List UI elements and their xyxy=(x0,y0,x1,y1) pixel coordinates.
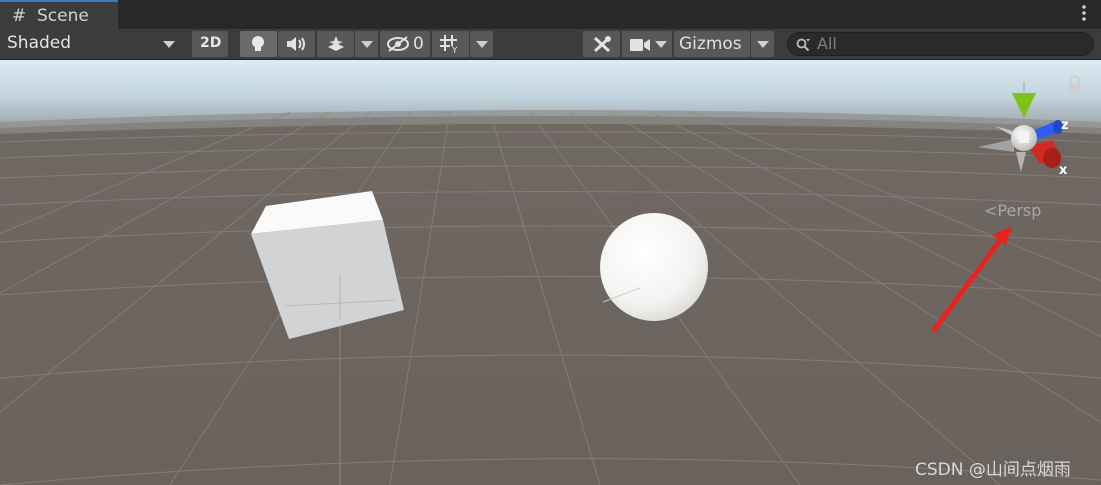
lighting-toggle-button[interactable] xyxy=(240,31,277,57)
gizmos-dropdown[interactable] xyxy=(751,31,774,57)
gizmo-z-label: z xyxy=(1061,118,1069,133)
effects-button[interactable] xyxy=(317,31,354,57)
effects-icon xyxy=(328,36,344,51)
scene-toolbar: Shaded 2D 0 Y Gizmos All xyxy=(0,29,1101,60)
sphere-object[interactable] xyxy=(600,213,708,321)
chevron-down-icon xyxy=(476,41,488,48)
watermark: CSDN @山间点烟雨 xyxy=(915,460,1071,480)
draw-mode-dropdown[interactable]: Shaded xyxy=(0,29,183,59)
chevron-down-icon xyxy=(655,41,667,48)
search-icon xyxy=(796,38,810,52)
chevron-down-icon xyxy=(361,41,373,48)
tools-icon xyxy=(593,36,611,53)
chevron-down-icon xyxy=(757,41,769,48)
grid-icon: Y xyxy=(440,35,458,54)
video-camera-icon xyxy=(630,39,650,51)
scene-tab-label: Scene xyxy=(37,6,89,26)
audio-toggle-button[interactable] xyxy=(278,31,315,57)
gizmos-button[interactable]: Gizmos xyxy=(674,31,750,57)
scene-visibility-button[interactable]: 0 xyxy=(380,31,430,57)
tools-button[interactable] xyxy=(583,31,620,57)
chevron-down-icon xyxy=(163,41,175,48)
scene-search-field[interactable]: All xyxy=(787,32,1094,56)
projection-toggle[interactable]: <Persp xyxy=(984,201,1041,220)
camera-settings-button[interactable] xyxy=(622,31,672,57)
scene-viewport[interactable]: z x <Persp xyxy=(0,60,1101,485)
grid-dropdown[interactable] xyxy=(470,31,493,57)
search-placeholder: All xyxy=(817,34,837,53)
svg-text:Y: Y xyxy=(451,46,458,54)
scene-render: z x xyxy=(0,60,1101,485)
effects-dropdown[interactable] xyxy=(355,31,378,57)
gizmo-x-label: x xyxy=(1059,163,1068,178)
mode-2d-button[interactable]: 2D xyxy=(192,31,228,57)
mode-2d-label: 2D xyxy=(200,35,222,51)
lightbulb-icon xyxy=(252,36,264,51)
hidden-count: 0 xyxy=(413,34,424,54)
projection-label: Persp xyxy=(997,201,1042,220)
gizmos-label: Gizmos xyxy=(679,34,742,54)
grid-toggle-button[interactable]: Y xyxy=(432,31,469,57)
more-options-icon[interactable] xyxy=(1081,4,1087,26)
scene-tab[interactable]: # Scene xyxy=(0,0,118,29)
speaker-icon xyxy=(287,37,305,51)
draw-mode-label: Shaded xyxy=(7,33,72,53)
tab-bar: # Scene xyxy=(0,0,1101,29)
hash-icon: # xyxy=(12,6,27,26)
eye-slash-icon xyxy=(387,36,409,52)
chevron-left-icon: < xyxy=(984,201,998,220)
